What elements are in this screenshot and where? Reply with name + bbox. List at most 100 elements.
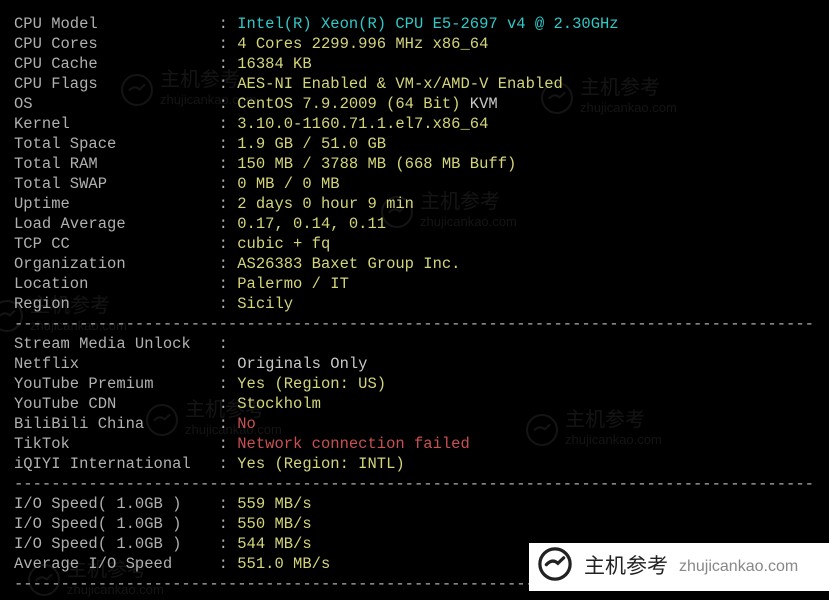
info-row: I/O Speed( 1.0GB ) : 559 MB/s	[14, 494, 815, 514]
row-value: 0.17, 0.14, 0.11	[237, 215, 386, 233]
row-label: Total SWAP	[14, 175, 219, 193]
row-separator: :	[219, 215, 238, 233]
row-label: Load Average	[14, 215, 219, 233]
info-row: iQIYI International : Yes (Region: INTL)	[14, 454, 815, 474]
info-row: Uptime : 2 days 0 hour 9 min	[14, 194, 815, 214]
row-label: I/O Speed( 1.0GB )	[14, 515, 219, 533]
row-label: Average I/O Speed	[14, 555, 219, 573]
row-label: Total Space	[14, 135, 219, 153]
row-label: CPU Flags	[14, 75, 219, 93]
row-separator: :	[219, 55, 238, 73]
row-separator: :	[219, 415, 238, 433]
row-separator: :	[219, 335, 238, 353]
row-label: OS	[14, 95, 219, 113]
row-label: TCP CC	[14, 235, 219, 253]
row-separator: :	[219, 455, 238, 473]
row-separator: :	[219, 495, 238, 513]
section-divider: ----------------------------------------…	[14, 314, 815, 334]
info-row: Organization : AS26383 Baxet Group Inc.	[14, 254, 815, 274]
info-row: BiliBili China : No	[14, 414, 815, 434]
row-label: Kernel	[14, 115, 219, 133]
row-value: Yes (Region: US)	[237, 375, 386, 393]
row-label: Stream Media Unlock	[14, 335, 219, 353]
info-row: CPU Cores : 4 Cores 2299.996 MHz x86_64	[14, 34, 815, 54]
row-separator: :	[219, 255, 238, 273]
row-separator: :	[219, 395, 238, 413]
row-label: Location	[14, 275, 219, 293]
info-row: Region : Sicily	[14, 294, 815, 314]
info-row: Total RAM : 150 MB / 3788 MB (668 MB Buf…	[14, 154, 815, 174]
row-value: No	[237, 415, 256, 433]
row-separator: :	[219, 155, 238, 173]
row-value: Yes (Region: INTL)	[237, 455, 404, 473]
row-value: 550 MB/s	[237, 515, 311, 533]
row-separator: :	[219, 35, 238, 53]
info-row: I/O Speed( 1.0GB ) : 550 MB/s	[14, 514, 815, 534]
row-label: Uptime	[14, 195, 219, 213]
info-row: TCP CC : cubic + fq	[14, 234, 815, 254]
row-value-extra: KVM	[461, 95, 498, 113]
row-value: Intel(R) Xeon(R) CPU E5-2697 v4 @ 2.30GH…	[237, 15, 618, 33]
row-separator: :	[219, 535, 238, 553]
row-separator: :	[219, 15, 238, 33]
row-value: Palermo / IT	[237, 275, 349, 293]
banner-url-text: zhujicankao.com	[679, 557, 798, 577]
row-separator: :	[219, 355, 238, 373]
info-row: YouTube Premium : Yes (Region: US)	[14, 374, 815, 394]
info-row: Total SWAP : 0 MB / 0 MB	[14, 174, 815, 194]
row-value: Sicily	[237, 295, 293, 313]
row-separator: :	[219, 515, 238, 533]
row-value: 0 MB / 0 MB	[237, 175, 339, 193]
row-value: AS26383 Baxet Group Inc.	[237, 255, 460, 273]
info-row: CPU Flags : AES-NI Enabled & VM-x/AMD-V …	[14, 74, 815, 94]
row-label: Organization	[14, 255, 219, 273]
row-label: BiliBili China	[14, 415, 219, 433]
row-separator: :	[219, 135, 238, 153]
info-row: OS : CentOS 7.9.2009 (64 Bit) KVM	[14, 94, 815, 114]
row-separator: :	[219, 275, 238, 293]
row-label: CPU Model	[14, 15, 219, 33]
banner-cn-text: 主机参考	[584, 557, 668, 577]
info-row: Total Space : 1.9 GB / 51.0 GB	[14, 134, 815, 154]
row-separator: :	[219, 555, 238, 573]
row-value: 150 MB / 3788 MB (668 MB Buff)	[237, 155, 516, 173]
row-label: TikTok	[14, 435, 219, 453]
row-separator: :	[219, 435, 238, 453]
row-value: 1.9 GB / 51.0 GB	[237, 135, 386, 153]
row-value: 559 MB/s	[237, 495, 311, 513]
row-separator: :	[219, 375, 238, 393]
info-row: Load Average : 0.17, 0.14, 0.11	[14, 214, 815, 234]
info-row: CPU Cache : 16384 KB	[14, 54, 815, 74]
row-value: CentOS 7.9.2009 (64 Bit)	[237, 95, 460, 113]
row-value: 551.0 MB/s	[237, 555, 330, 573]
row-value: Network connection failed	[237, 435, 470, 453]
row-label: YouTube CDN	[14, 395, 219, 413]
row-value: Originals Only	[237, 355, 367, 373]
row-separator: :	[219, 295, 238, 313]
row-label: Total RAM	[14, 155, 219, 173]
section-divider: ----------------------------------------…	[14, 474, 815, 494]
row-label: Region	[14, 295, 219, 313]
info-row: Kernel : 3.10.0-1160.71.1.el7.x86_64	[14, 114, 815, 134]
row-separator: :	[219, 235, 238, 253]
row-value: Stockholm	[237, 395, 321, 413]
info-row: CPU Model : Intel(R) Xeon(R) CPU E5-2697…	[14, 14, 815, 34]
row-value: cubic + fq	[237, 235, 330, 253]
info-row: YouTube CDN : Stockholm	[14, 394, 815, 414]
row-label: CPU Cache	[14, 55, 219, 73]
info-row: TikTok : Network connection failed	[14, 434, 815, 454]
row-label: Netflix	[14, 355, 219, 373]
attribution-banner: 主机参考 zhujicankao.com	[529, 543, 829, 591]
row-value: 3.10.0-1160.71.1.el7.x86_64	[237, 115, 488, 133]
row-value: 544 MB/s	[237, 535, 311, 553]
info-row: Location : Palermo / IT	[14, 274, 815, 294]
row-label: I/O Speed( 1.0GB )	[14, 495, 219, 513]
row-label: CPU Cores	[14, 35, 219, 53]
row-separator: :	[219, 195, 238, 213]
row-label: iQIYI International	[14, 455, 219, 473]
row-label: I/O Speed( 1.0GB )	[14, 535, 219, 553]
info-row: Stream Media Unlock :	[14, 334, 815, 354]
row-value: 2 days 0 hour 9 min	[237, 195, 414, 213]
row-value: 4 Cores 2299.996 MHz x86_64	[237, 35, 488, 53]
row-label: YouTube Premium	[14, 375, 219, 393]
